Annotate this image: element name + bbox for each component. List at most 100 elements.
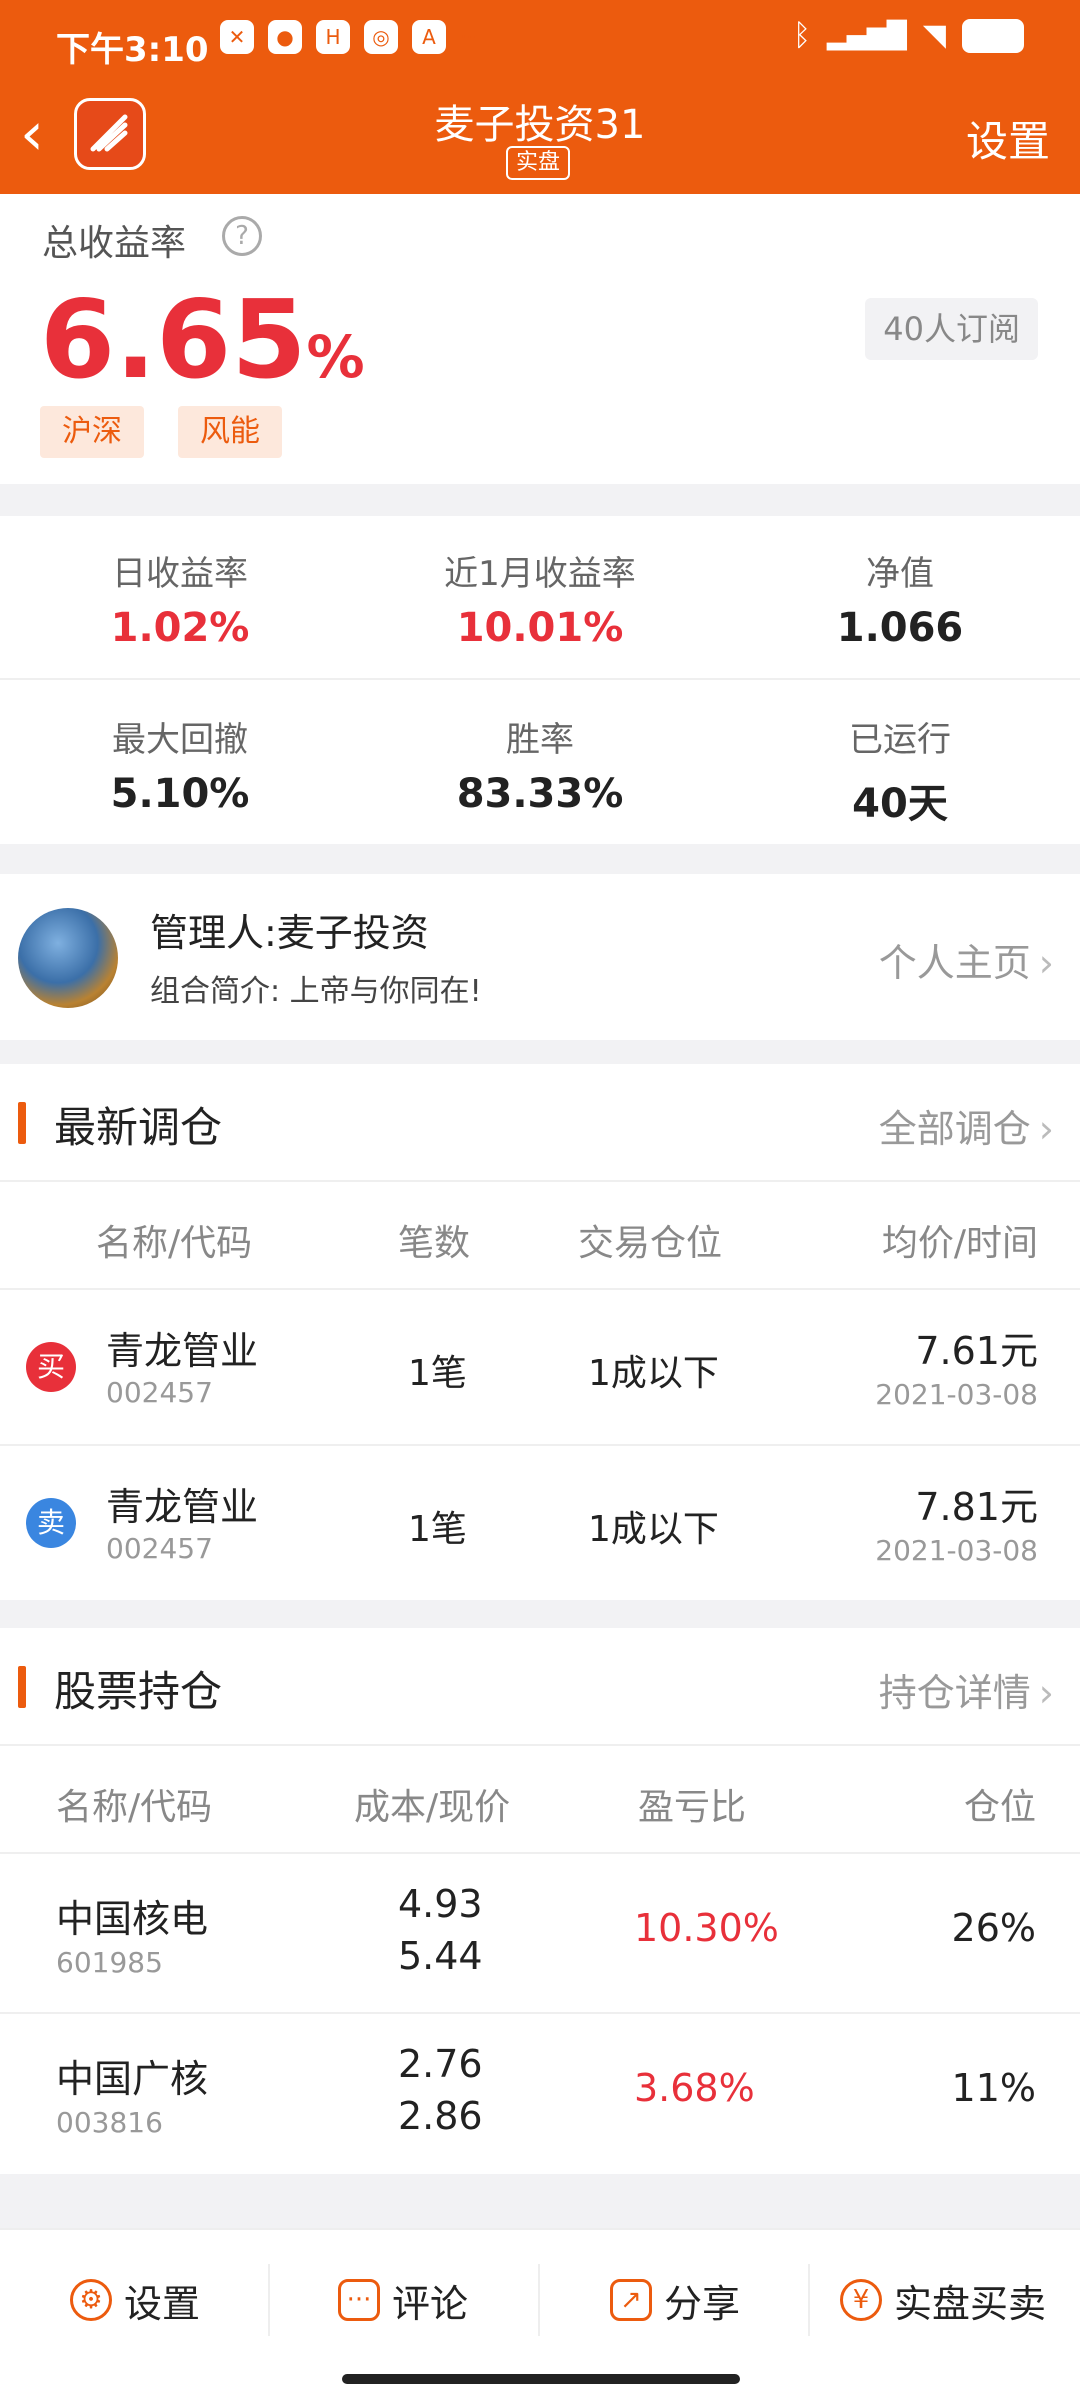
cost-current-price: 4.93 5.44 [398,1878,483,1982]
app-notification-icon: H [316,20,350,54]
holding-details-label: 持仓详情 [878,1671,1031,1715]
chevron-right-icon: › [1038,941,1054,985]
comment-label: 评论 [392,2281,469,2326]
divider [808,2264,810,2336]
signal-icon: ▂▄▆█ [826,20,907,51]
portfolio-intro: 组合简介: 上帝与你同在! [150,974,482,1009]
status-time: 下午3:10 [56,30,209,70]
wifi-icon: ◥ [922,18,946,53]
stat-label: 日收益率 [112,554,248,594]
section-header: 最新调仓 全部调仓 › [0,1064,1080,1180]
help-icon[interactable]: ? [222,216,262,256]
total-return-number: 6.65 [40,278,307,403]
stat-label: 胜率 [506,720,574,760]
column-header: 成本/现价 [354,1787,511,1828]
profit-loss-ratio: 3.68% [634,2066,755,2110]
settings-button[interactable]: 设置 [966,108,1050,169]
trade-date: 2021-03-08 [875,1534,1038,1567]
return-summary: 总收益率 ? 6.65% 40人订阅 沪深 风能 [0,194,1080,484]
comment-button[interactable]: ··· 评论 [338,2270,468,2330]
stat-label: 最大回撤 [112,720,248,760]
table-header: 名称/代码 成本/现价 盈亏比 仓位 [0,1744,1080,1852]
stat-daily-return: 日收益率 1.02% [0,546,360,651]
stat-net-value: 净值 1.066 [720,546,1080,651]
stock-name: 中国核电 [56,1897,209,1941]
stat-label: 近1月收益率 [444,554,636,594]
trade-date: 2021-03-08 [875,1378,1038,1411]
total-return-unit: % [306,323,365,391]
live-trade-label: 实盘买卖 [894,2281,1047,2326]
stat-win-rate: 胜率 83.33% [360,712,720,817]
record-icon: ● [268,20,302,54]
live-trade-button[interactable]: ¥ 实盘买卖 [840,2270,1046,2330]
table-row[interactable]: 中国核电 601985 4.93 5.44 10.30% 26% [0,1852,1080,2012]
stats-grid: 日收益率 1.02% 近1月收益率 10.01% 净值 1.066 最大回撤 5… [0,516,1080,844]
cost-price: 2.76 [398,2042,483,2086]
divider [0,678,1080,680]
column-header: 名称/代码 [56,1787,213,1828]
trade-count: 1笔 [408,1353,467,1394]
buy-badge: 买 [26,1342,76,1392]
stock-name: 中国广核 [56,2057,209,2101]
position-weight: 11% [951,2066,1036,2110]
home-indicator[interactable] [342,2374,740,2384]
stock-name: 青龙管业 [106,1329,259,1373]
stat-value: 10.01% [456,605,624,651]
table-row[interactable]: 买 青龙管业 002457 1笔 1成以下 7.61元 2021-03-08 [0,1288,1080,1444]
stock-code: 002457 [106,1376,213,1409]
stock-code: 601985 [56,1946,163,1979]
stock-code: 002457 [106,1532,213,1565]
stat-label: 净值 [866,554,934,594]
table-header: 名称/代码 笔数 交易仓位 均价/时间 [0,1180,1080,1288]
column-header: 仓位 [963,1787,1036,1828]
trade-count: 1笔 [408,1509,467,1550]
all-trades-label: 全部调仓 [878,1107,1031,1151]
divider [538,2264,540,2336]
bottom-action-bar: ⚙ 设置 ··· 评论 ↗ 分享 ¥ 实盘买卖 [0,2228,1080,2400]
stat-max-drawdown: 最大回撤 5.10% [0,712,360,817]
stat-value: 40天 [852,781,948,827]
table-row[interactable]: 卖 青龙管业 002457 1笔 1成以下 7.81元 2021-03-08 [0,1444,1080,1600]
avg-price: 7.81元 [915,1485,1038,1529]
profit-loss-ratio: 10.30% [634,1906,779,1950]
current-price: 5.44 [398,1934,483,1978]
share-label: 分享 [664,2281,741,2326]
divider [268,2264,270,2336]
settings-action-button[interactable]: ⚙ 设置 [70,2270,200,2330]
latest-trades-section: 最新调仓 全部调仓 › 名称/代码 笔数 交易仓位 均价/时间 买 青龙管业 00… [0,1064,1080,1600]
stat-label: 已运行 [849,720,951,760]
current-price: 2.86 [398,2094,483,2138]
column-header: 交易仓位 [578,1223,723,1264]
homepage-label: 个人主页 [878,941,1031,985]
total-return-label: 总收益率 [42,223,187,264]
section-title: 股票持仓 [54,1667,223,1716]
holdings-section: 股票持仓 持仓详情 › 名称/代码 成本/现价 盈亏比 仓位 中国核电 60198… [0,1628,1080,2174]
stat-value: 83.33% [456,771,624,817]
holding-details-link[interactable]: 持仓详情 › [879,1662,1054,1717]
trade-position: 1成以下 [588,1509,719,1550]
table-row[interactable]: 中国广核 003816 2.76 2.86 3.68% 11% [0,2012,1080,2172]
manager-card[interactable]: 管理人:麦子投资 组合简介: 上帝与你同在! 个人主页 › [0,874,1080,1040]
sector-tag[interactable]: 风能 [178,406,282,458]
all-trades-link[interactable]: 全部调仓 › [879,1098,1054,1153]
more-notifications-icon: ··· [460,25,480,49]
market-tag[interactable]: 沪深 [40,406,144,458]
pdf-app-icon: A [412,20,446,54]
settings-action-label: 设置 [124,2281,201,2326]
stock-code: 003816 [56,2106,163,2139]
comment-icon: ··· [338,2279,380,2321]
status-notification-icons: ✕ ● H ◎ A ··· [220,20,479,54]
column-header: 盈亏比 [638,1787,747,1828]
stock-name: 青龙管业 [106,1485,259,1529]
stat-value: 1.02% [110,605,250,651]
personal-homepage-link[interactable]: 个人主页 › [879,932,1054,987]
gear-icon: ⚙ [70,2279,112,2321]
chevron-right-icon: › [1038,1107,1054,1151]
avatar[interactable] [18,908,118,1008]
subscriber-count[interactable]: 40人订阅 [865,298,1038,360]
live-tag: 实盘 [506,146,570,180]
trade-position: 1成以下 [588,1353,719,1394]
avg-price: 7.61元 [915,1329,1038,1373]
share-button[interactable]: ↗ 分享 [610,2270,740,2330]
position-weight: 26% [951,1906,1036,1950]
